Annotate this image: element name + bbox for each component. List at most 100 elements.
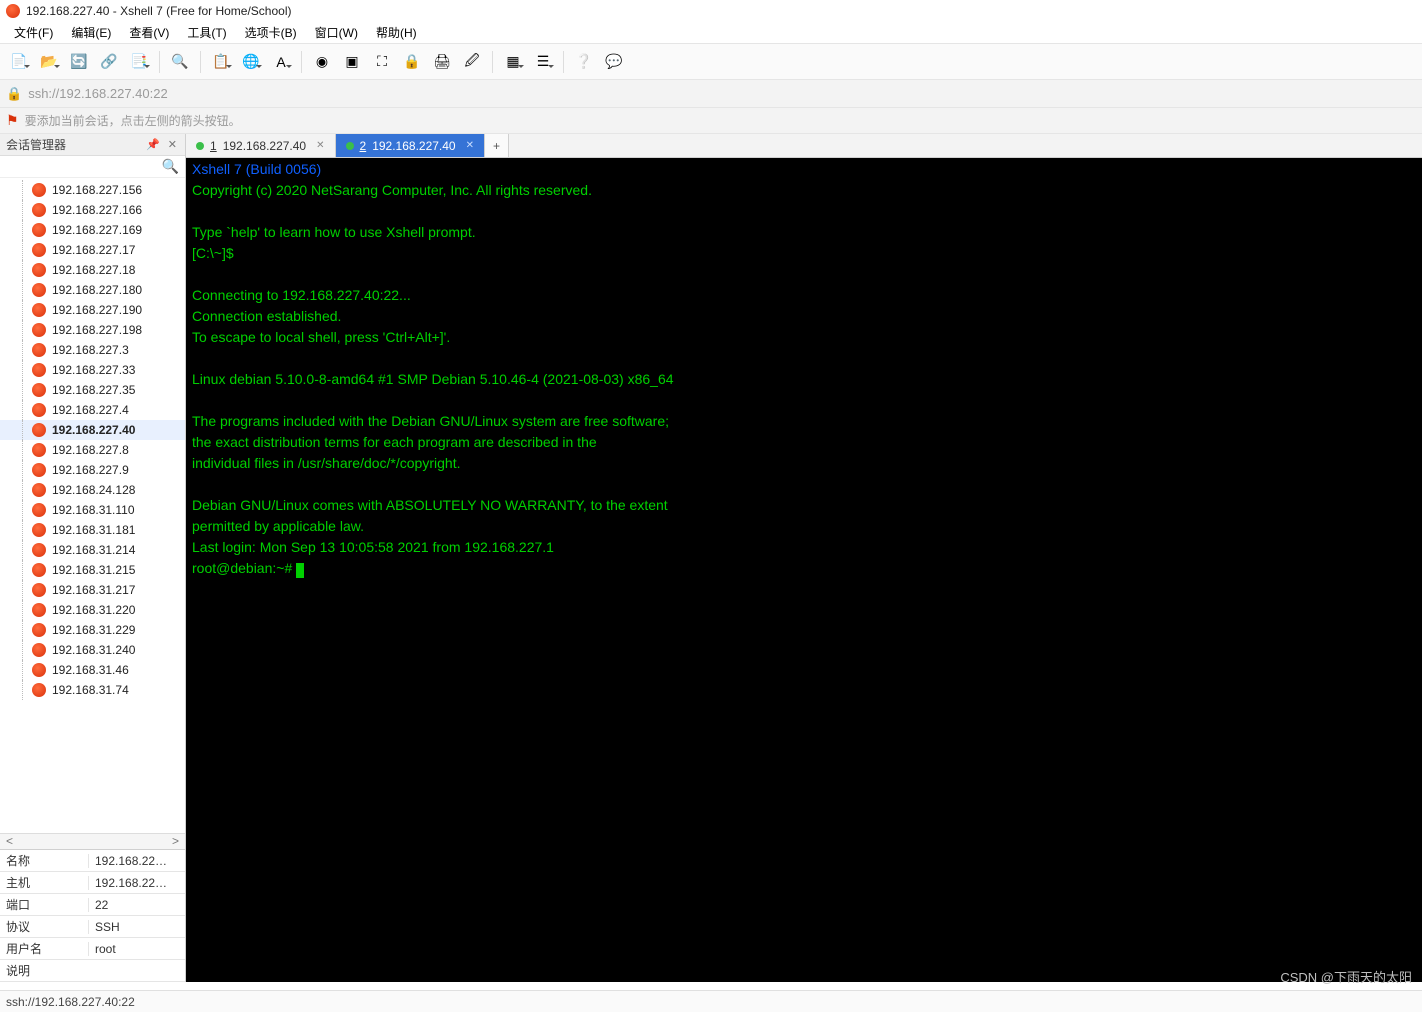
session-icon — [32, 323, 46, 337]
session-list: 192.168.227.156192.168.227.166192.168.22… — [0, 178, 185, 833]
hint-flag-icon[interactable]: ⚑ — [6, 112, 19, 129]
property-key: 名称 — [0, 852, 88, 869]
menu-item[interactable]: 选项卡(B) — [237, 22, 305, 43]
session-item[interactable]: 192.168.227.190 — [0, 300, 185, 320]
feedback-icon[interactable]: 💬 — [601, 49, 627, 75]
session-item[interactable]: 192.168.31.74 — [0, 680, 185, 700]
session-item[interactable]: 192.168.227.33 — [0, 360, 185, 380]
menu-item[interactable]: 工具(T) — [179, 22, 234, 43]
session-icon — [32, 383, 46, 397]
transfer-icon[interactable]: 📑 — [126, 49, 152, 75]
menu-item[interactable]: 编辑(E) — [63, 22, 119, 43]
session-item[interactable]: 192.168.31.46 — [0, 660, 185, 680]
session-label: 192.168.227.4 — [52, 403, 129, 417]
session-item[interactable]: 192.168.31.220 — [0, 600, 185, 620]
property-row: 用户名root — [0, 938, 185, 960]
toolbar-separator — [159, 51, 160, 73]
session-icon — [32, 643, 46, 657]
sidebar-search[interactable]: 🔍 — [0, 156, 185, 178]
session-item[interactable]: 192.168.227.17 — [0, 240, 185, 260]
menu-item[interactable]: 帮助(H) — [368, 22, 425, 43]
terminal[interactable]: Xshell 7 (Build 0056) Copyright (c) 2020… — [186, 158, 1422, 982]
disconnect-icon[interactable]: 🔗 — [96, 49, 122, 75]
session-item[interactable]: 192.168.227.3 — [0, 340, 185, 360]
close-icon[interactable]: ✕ — [166, 138, 179, 151]
window-title-bar: 192.168.227.40 - Xshell 7 (Free for Home… — [0, 0, 1422, 22]
session-item[interactable]: 192.168.227.4 — [0, 400, 185, 420]
property-row: 名称192.168.22… — [0, 850, 185, 872]
session-label: 192.168.227.40 — [52, 423, 135, 437]
status-dot-icon — [196, 142, 204, 150]
status-bar: ssh://192.168.227.40:22 — [0, 990, 1422, 1012]
session-properties: 名称192.168.22…主机192.168.22…端口22协议SSH用户名ro… — [0, 849, 185, 982]
session-item[interactable]: 192.168.227.156 — [0, 180, 185, 200]
session-tab[interactable]: 1192.168.227.40✕ — [186, 134, 336, 157]
lock-icon[interactable]: 🔒 — [399, 49, 425, 75]
session-item[interactable]: 192.168.31.181 — [0, 520, 185, 540]
cascade-icon[interactable]: ☰ — [530, 49, 556, 75]
session-item[interactable]: 192.168.227.198 — [0, 320, 185, 340]
session-icon — [32, 663, 46, 677]
session-item[interactable]: 192.168.31.110 — [0, 500, 185, 520]
new-session-icon[interactable]: 📄 — [6, 49, 32, 75]
menu-item[interactable]: 文件(F) — [6, 22, 61, 43]
search-icon[interactable]: 🔍 — [167, 49, 193, 75]
tile-icon[interactable]: ▦ — [500, 49, 526, 75]
session-label: 192.168.31.220 — [52, 603, 135, 617]
xftp-icon[interactable]: ▣ — [339, 49, 365, 75]
session-item[interactable]: 192.168.227.8 — [0, 440, 185, 460]
session-icon — [32, 203, 46, 217]
open-session-icon[interactable]: 📂 — [36, 49, 62, 75]
session-item[interactable]: 192.168.227.180 — [0, 280, 185, 300]
help-icon[interactable]: ❔ — [571, 49, 597, 75]
session-item[interactable]: 192.168.227.35 — [0, 380, 185, 400]
pin-icon[interactable]: 📌 — [144, 138, 162, 151]
tab-close-icon[interactable]: ✕ — [316, 140, 324, 151]
menu-item[interactable]: 窗口(W) — [307, 22, 366, 43]
session-item[interactable]: 192.168.227.169 — [0, 220, 185, 240]
address-url[interactable]: ssh://192.168.227.40:22 — [28, 86, 168, 101]
toolbar: 📄📂🔄🔗📑 🔍 📋🌐A ◉▣⛶🔒🖨🖉 ▦☰ ❔💬 — [0, 44, 1422, 80]
property-key: 端口 — [0, 896, 88, 913]
menu-item[interactable]: 查看(V) — [121, 22, 177, 43]
session-label: 192.168.31.214 — [52, 543, 135, 557]
session-label: 192.168.31.46 — [52, 663, 129, 677]
globe-icon[interactable]: 🌐 — [238, 49, 264, 75]
session-item[interactable]: 192.168.227.18 — [0, 260, 185, 280]
session-icon — [32, 563, 46, 577]
session-item[interactable]: 192.168.227.40 — [0, 420, 185, 440]
reconnect-icon[interactable]: 🔄 — [66, 49, 92, 75]
menu-bar: 文件(F)编辑(E)查看(V)工具(T)选项卡(B)窗口(W)帮助(H) — [0, 22, 1422, 44]
session-item[interactable]: 192.168.227.166 — [0, 200, 185, 220]
session-tab[interactable]: 2192.168.227.40✕ — [336, 134, 486, 157]
xshell-icon[interactable]: ◉ — [309, 49, 335, 75]
copy-icon[interactable]: 📋 — [208, 49, 234, 75]
new-tab-button[interactable]: + — [485, 134, 509, 157]
session-label: 192.168.227.198 — [52, 323, 142, 337]
font-icon[interactable]: A — [268, 49, 294, 75]
fullscreen-icon[interactable]: ⛶ — [369, 49, 395, 75]
print-icon[interactable]: 🖨 — [429, 49, 455, 75]
lock-icon: 🔒 — [6, 86, 22, 102]
session-item[interactable]: 192.168.31.217 — [0, 580, 185, 600]
session-item[interactable]: 192.168.227.9 — [0, 460, 185, 480]
session-item[interactable]: 192.168.31.229 — [0, 620, 185, 640]
session-icon — [32, 363, 46, 377]
session-item[interactable]: 192.168.31.215 — [0, 560, 185, 580]
tab-bar: 1192.168.227.40✕2192.168.227.40✕+ — [186, 134, 1422, 158]
session-icon — [32, 183, 46, 197]
session-icon — [32, 223, 46, 237]
session-label: 192.168.31.229 — [52, 623, 135, 637]
status-dot-icon — [346, 142, 354, 150]
highlight-icon[interactable]: 🖉 — [459, 49, 485, 75]
session-item[interactable]: 192.168.24.128 — [0, 480, 185, 500]
property-key: 说明 — [0, 962, 88, 979]
session-item[interactable]: 192.168.31.240 — [0, 640, 185, 660]
tab-close-icon[interactable]: ✕ — [466, 140, 474, 151]
session-item[interactable]: 192.168.31.214 — [0, 540, 185, 560]
session-icon — [32, 523, 46, 537]
scroll-left-icon[interactable]: < — [2, 834, 17, 849]
session-manager-sidebar: 会话管理器 📌 ✕ 🔍 192.168.227.156192.168.227.1… — [0, 134, 186, 982]
scroll-right-icon[interactable]: > — [168, 834, 183, 849]
session-label: 192.168.31.74 — [52, 683, 129, 697]
